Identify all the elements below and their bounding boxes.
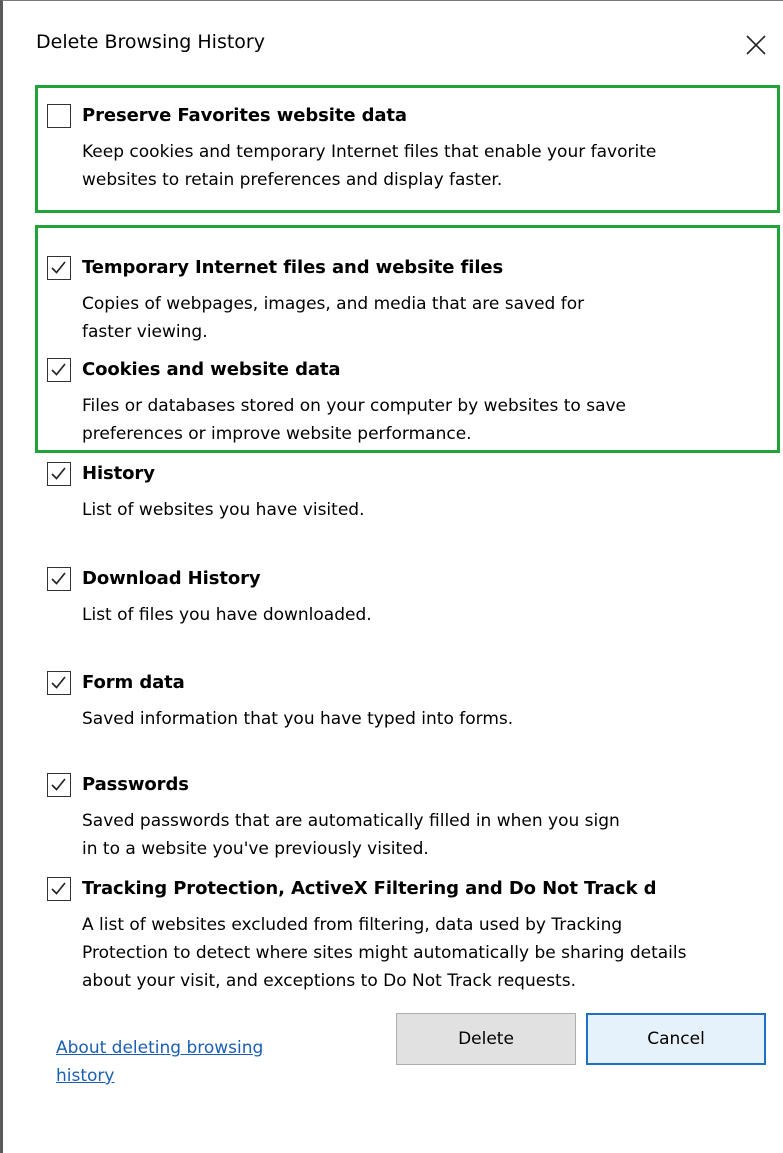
option-title: Preserve Favorites website data: [82, 105, 407, 126]
checkbox-preserve-favorites[interactable]: [47, 104, 71, 128]
option-title: Passwords: [82, 774, 189, 795]
delete-button[interactable]: Delete: [396, 1013, 576, 1065]
checkmark-icon: [51, 572, 66, 585]
checkmark-icon: [51, 778, 66, 791]
checkbox-tracking-protection[interactable]: [47, 877, 71, 901]
option-description: List of files you have downloaded.: [82, 605, 372, 625]
option-description: Files or databases stored on your comput…: [82, 396, 627, 444]
checkbox-download-history[interactable]: [47, 567, 71, 591]
option-title: History: [82, 463, 155, 484]
checkmark-icon: [51, 676, 66, 689]
option-description: Saved information that you have typed in…: [82, 709, 514, 729]
checkbox-temporary-files[interactable]: [47, 256, 71, 280]
option-title: Download History: [82, 568, 261, 589]
checkmark-icon: [51, 882, 66, 895]
option-description: A list of websites excluded from filteri…: [82, 915, 687, 991]
option-description: Saved passwords that are automatically f…: [82, 811, 620, 859]
checkmark-icon: [51, 467, 66, 480]
option-title: Temporary Internet files and website fil…: [82, 257, 504, 278]
close-button[interactable]: [734, 23, 778, 67]
dialog-title: Delete Browsing History: [36, 31, 265, 53]
checkmark-icon: [51, 363, 66, 376]
dialog-window: Delete Browsing History Preserve Favorit…: [0, 0, 783, 1153]
title-bar: Delete Browsing History: [6, 1, 783, 89]
option-description: Keep cookies and temporary Internet file…: [82, 142, 657, 190]
about-deleting-history-link[interactable]: About deleting browsing history: [56, 1034, 316, 1090]
checkbox-passwords[interactable]: [47, 773, 71, 797]
close-icon: [746, 35, 766, 55]
checkbox-form-data[interactable]: [47, 671, 71, 695]
option-title: Tracking Protection, ActiveX Filtering a…: [82, 878, 657, 899]
checkbox-cookies[interactable]: [47, 358, 71, 382]
checkbox-history[interactable]: [47, 462, 71, 486]
option-title: Cookies and website data: [82, 359, 341, 380]
cancel-button[interactable]: Cancel: [586, 1013, 766, 1065]
option-description: List of websites you have visited.: [82, 500, 365, 520]
option-description: Copies of webpages, images, and media th…: [82, 294, 585, 342]
option-title: Form data: [82, 672, 185, 693]
checkmark-icon: [51, 261, 66, 274]
